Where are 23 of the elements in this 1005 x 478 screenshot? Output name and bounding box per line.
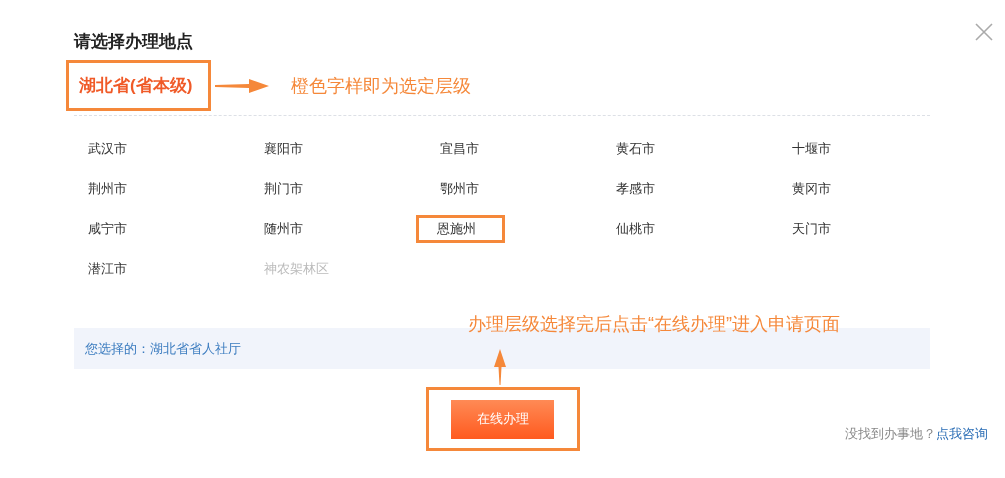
city-option[interactable]: 十堰市	[789, 134, 834, 164]
close-icon[interactable]	[974, 22, 994, 42]
annotation-text: 橙色字样即为选定层级	[291, 74, 472, 98]
arrow-icon	[215, 78, 270, 93]
city-option[interactable]: 宜昌市	[437, 134, 482, 164]
arrow-icon	[493, 349, 506, 385]
hint-text: 没找到办事地？	[845, 426, 936, 441]
city-option[interactable]: 鄂州市	[437, 174, 482, 204]
city-option[interactable]: 荆门市	[261, 174, 306, 204]
city-option[interactable]: 随州市	[261, 214, 306, 244]
city-option[interactable]: 天门市	[789, 214, 834, 244]
city-option[interactable]: 黄石市	[613, 134, 658, 164]
dialog-title: 请选择办理地点	[74, 31, 194, 53]
city-option[interactable]: 黄冈市	[789, 174, 834, 204]
city-option[interactable]: 咸宁市	[85, 214, 130, 244]
city-option[interactable]: 仙桃市	[613, 214, 658, 244]
city-option[interactable]: 襄阳市	[261, 134, 306, 164]
city-option[interactable]: 荆州市	[85, 174, 130, 204]
city-option[interactable]: 武汉市	[85, 134, 130, 164]
consult-link[interactable]: 点我咨询	[936, 426, 988, 441]
city-option[interactable]: 孝感市	[613, 174, 658, 204]
city-option[interactable]: 潜江市	[85, 254, 130, 284]
city-option[interactable]: 恩施州	[416, 215, 505, 243]
